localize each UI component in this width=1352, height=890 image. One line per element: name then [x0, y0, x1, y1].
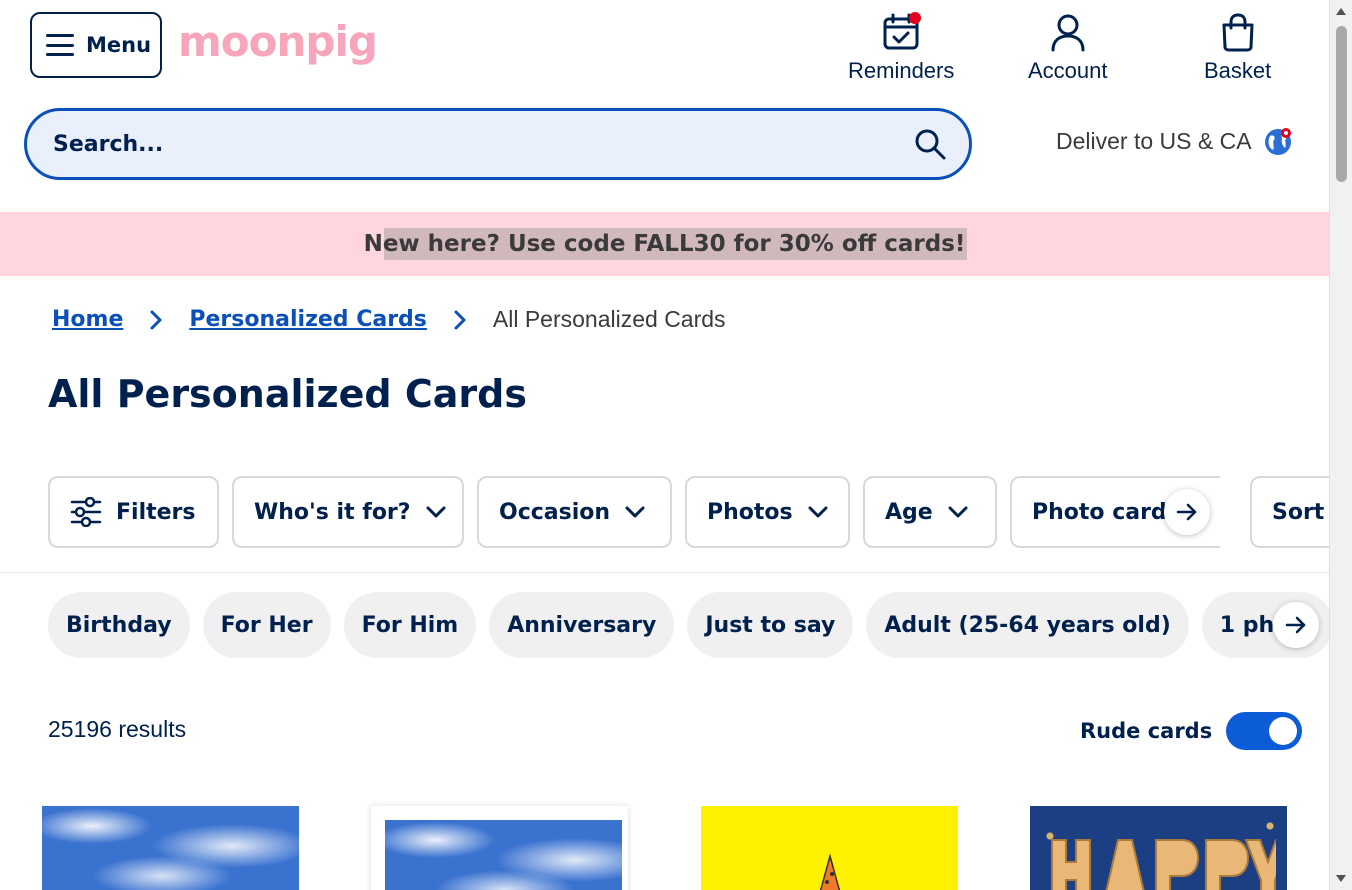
promo-banner[interactable]: New here? Use code FALL30 for 30% off ca…	[0, 212, 1329, 276]
who-its-for-label: Who's it for?	[254, 499, 411, 525]
calendar-check-icon	[881, 12, 922, 52]
promo-text: New here? Use code FALL30 for 30% off ca…	[361, 228, 968, 260]
menu-label: Menu	[86, 33, 152, 57]
reminders-label: Reminders	[848, 58, 955, 83]
chip-birthday[interactable]: Birthday	[48, 592, 190, 658]
balloon-letters-graphic	[1051, 839, 1276, 890]
search-bar	[24, 108, 972, 180]
scrollbar-thumb[interactable]	[1336, 26, 1347, 182]
filters-button[interactable]: Filters	[48, 476, 219, 548]
photos-dropdown[interactable]: Photos	[685, 476, 850, 548]
deliver-label: Deliver to US & CA	[1056, 127, 1252, 154]
sort-dropdown[interactable]: Sort	[1250, 476, 1329, 548]
chevron-down-icon	[808, 506, 828, 518]
breadcrumb: Home Personalized Cards All Personalized…	[52, 306, 726, 333]
chevron-down-icon	[625, 506, 645, 518]
breadcrumb-current: All Personalized Cards	[492, 306, 726, 332]
chevron-right-icon	[454, 310, 466, 329]
page: Menu moonpig Reminders Account Basket Se…	[0, 0, 1329, 890]
breadcrumb-personalized-cards-link[interactable]: Personalized Cards	[189, 307, 427, 332]
hamburger-icon	[46, 34, 74, 56]
moonpig-logo[interactable]: moonpig	[178, 14, 378, 70]
filter-bar: Filters Who's it for? Occasion Photos Ag…	[48, 476, 1329, 548]
chevron-down-icon	[426, 506, 446, 518]
product-card-image[interactable]	[371, 806, 628, 890]
age-label: Age	[885, 499, 933, 525]
account-label: Account	[1028, 58, 1108, 83]
section-divider	[0, 572, 1329, 573]
photos-label: Photos	[707, 499, 793, 525]
age-dropdown[interactable]: Age	[863, 476, 997, 548]
who-its-for-dropdown[interactable]: Who's it for?	[232, 476, 464, 548]
globe-icon	[1264, 126, 1294, 156]
product-card-image[interactable]	[701, 806, 958, 890]
chevron-right-icon	[150, 310, 162, 329]
quick-filter-chips: Birthday For Her For Him Anniversary Jus…	[48, 592, 1329, 658]
deliver-to-selector[interactable]: Deliver to US & CA	[1056, 126, 1294, 156]
scroll-down-icon[interactable]	[1336, 875, 1346, 882]
occasion-dropdown[interactable]: Occasion	[477, 476, 672, 548]
account-link[interactable]: Account	[1028, 12, 1108, 84]
page-title: All Personalized Cards	[48, 372, 527, 416]
chip-for-him[interactable]: For Him	[343, 592, 477, 658]
breadcrumb-home-link[interactable]: Home	[52, 307, 123, 332]
results-count: 25196 results	[48, 716, 187, 742]
rude-cards-label: Rude cards	[1080, 719, 1213, 743]
filters-scroll-right-button[interactable]	[1164, 489, 1210, 535]
photo-cards-label: Photo cards	[1032, 499, 1180, 525]
shopping-bag-icon	[1218, 12, 1258, 52]
rude-cards-control: Rude cards	[1080, 712, 1303, 750]
card-photo	[385, 820, 622, 890]
rude-cards-toggle[interactable]	[1226, 712, 1303, 750]
search-icon[interactable]	[913, 127, 947, 161]
sliders-icon	[70, 497, 102, 527]
search-input[interactable]	[53, 131, 913, 157]
arrow-right-icon	[1176, 503, 1197, 521]
arrow-right-icon	[1285, 616, 1306, 634]
basket-label: Basket	[1204, 58, 1272, 83]
occasion-label: Occasion	[499, 499, 611, 525]
chip-just-to-say[interactable]: Just to say	[687, 592, 854, 658]
chevron-down-icon	[948, 506, 968, 518]
chip-adult[interactable]: Adult (25-64 years old)	[866, 592, 1189, 658]
menu-button[interactable]: Menu	[30, 12, 162, 78]
scroll-up-icon[interactable]	[1336, 8, 1346, 15]
chip-for-her[interactable]: For Her	[202, 592, 331, 658]
sort-label: Sort	[1272, 499, 1325, 525]
filters-label: Filters	[116, 499, 196, 525]
reminders-link[interactable]: Reminders	[848, 12, 954, 84]
user-icon	[1048, 12, 1088, 52]
party-hat-icon	[819, 854, 841, 890]
product-card-image[interactable]	[42, 806, 299, 890]
basket-link[interactable]: Basket	[1204, 12, 1271, 84]
page-scrollbar[interactable]	[1329, 0, 1352, 890]
chip-anniversary[interactable]: Anniversary	[489, 592, 675, 658]
chips-scroll-right-button[interactable]	[1273, 602, 1319, 648]
product-card-image[interactable]	[1030, 806, 1287, 890]
